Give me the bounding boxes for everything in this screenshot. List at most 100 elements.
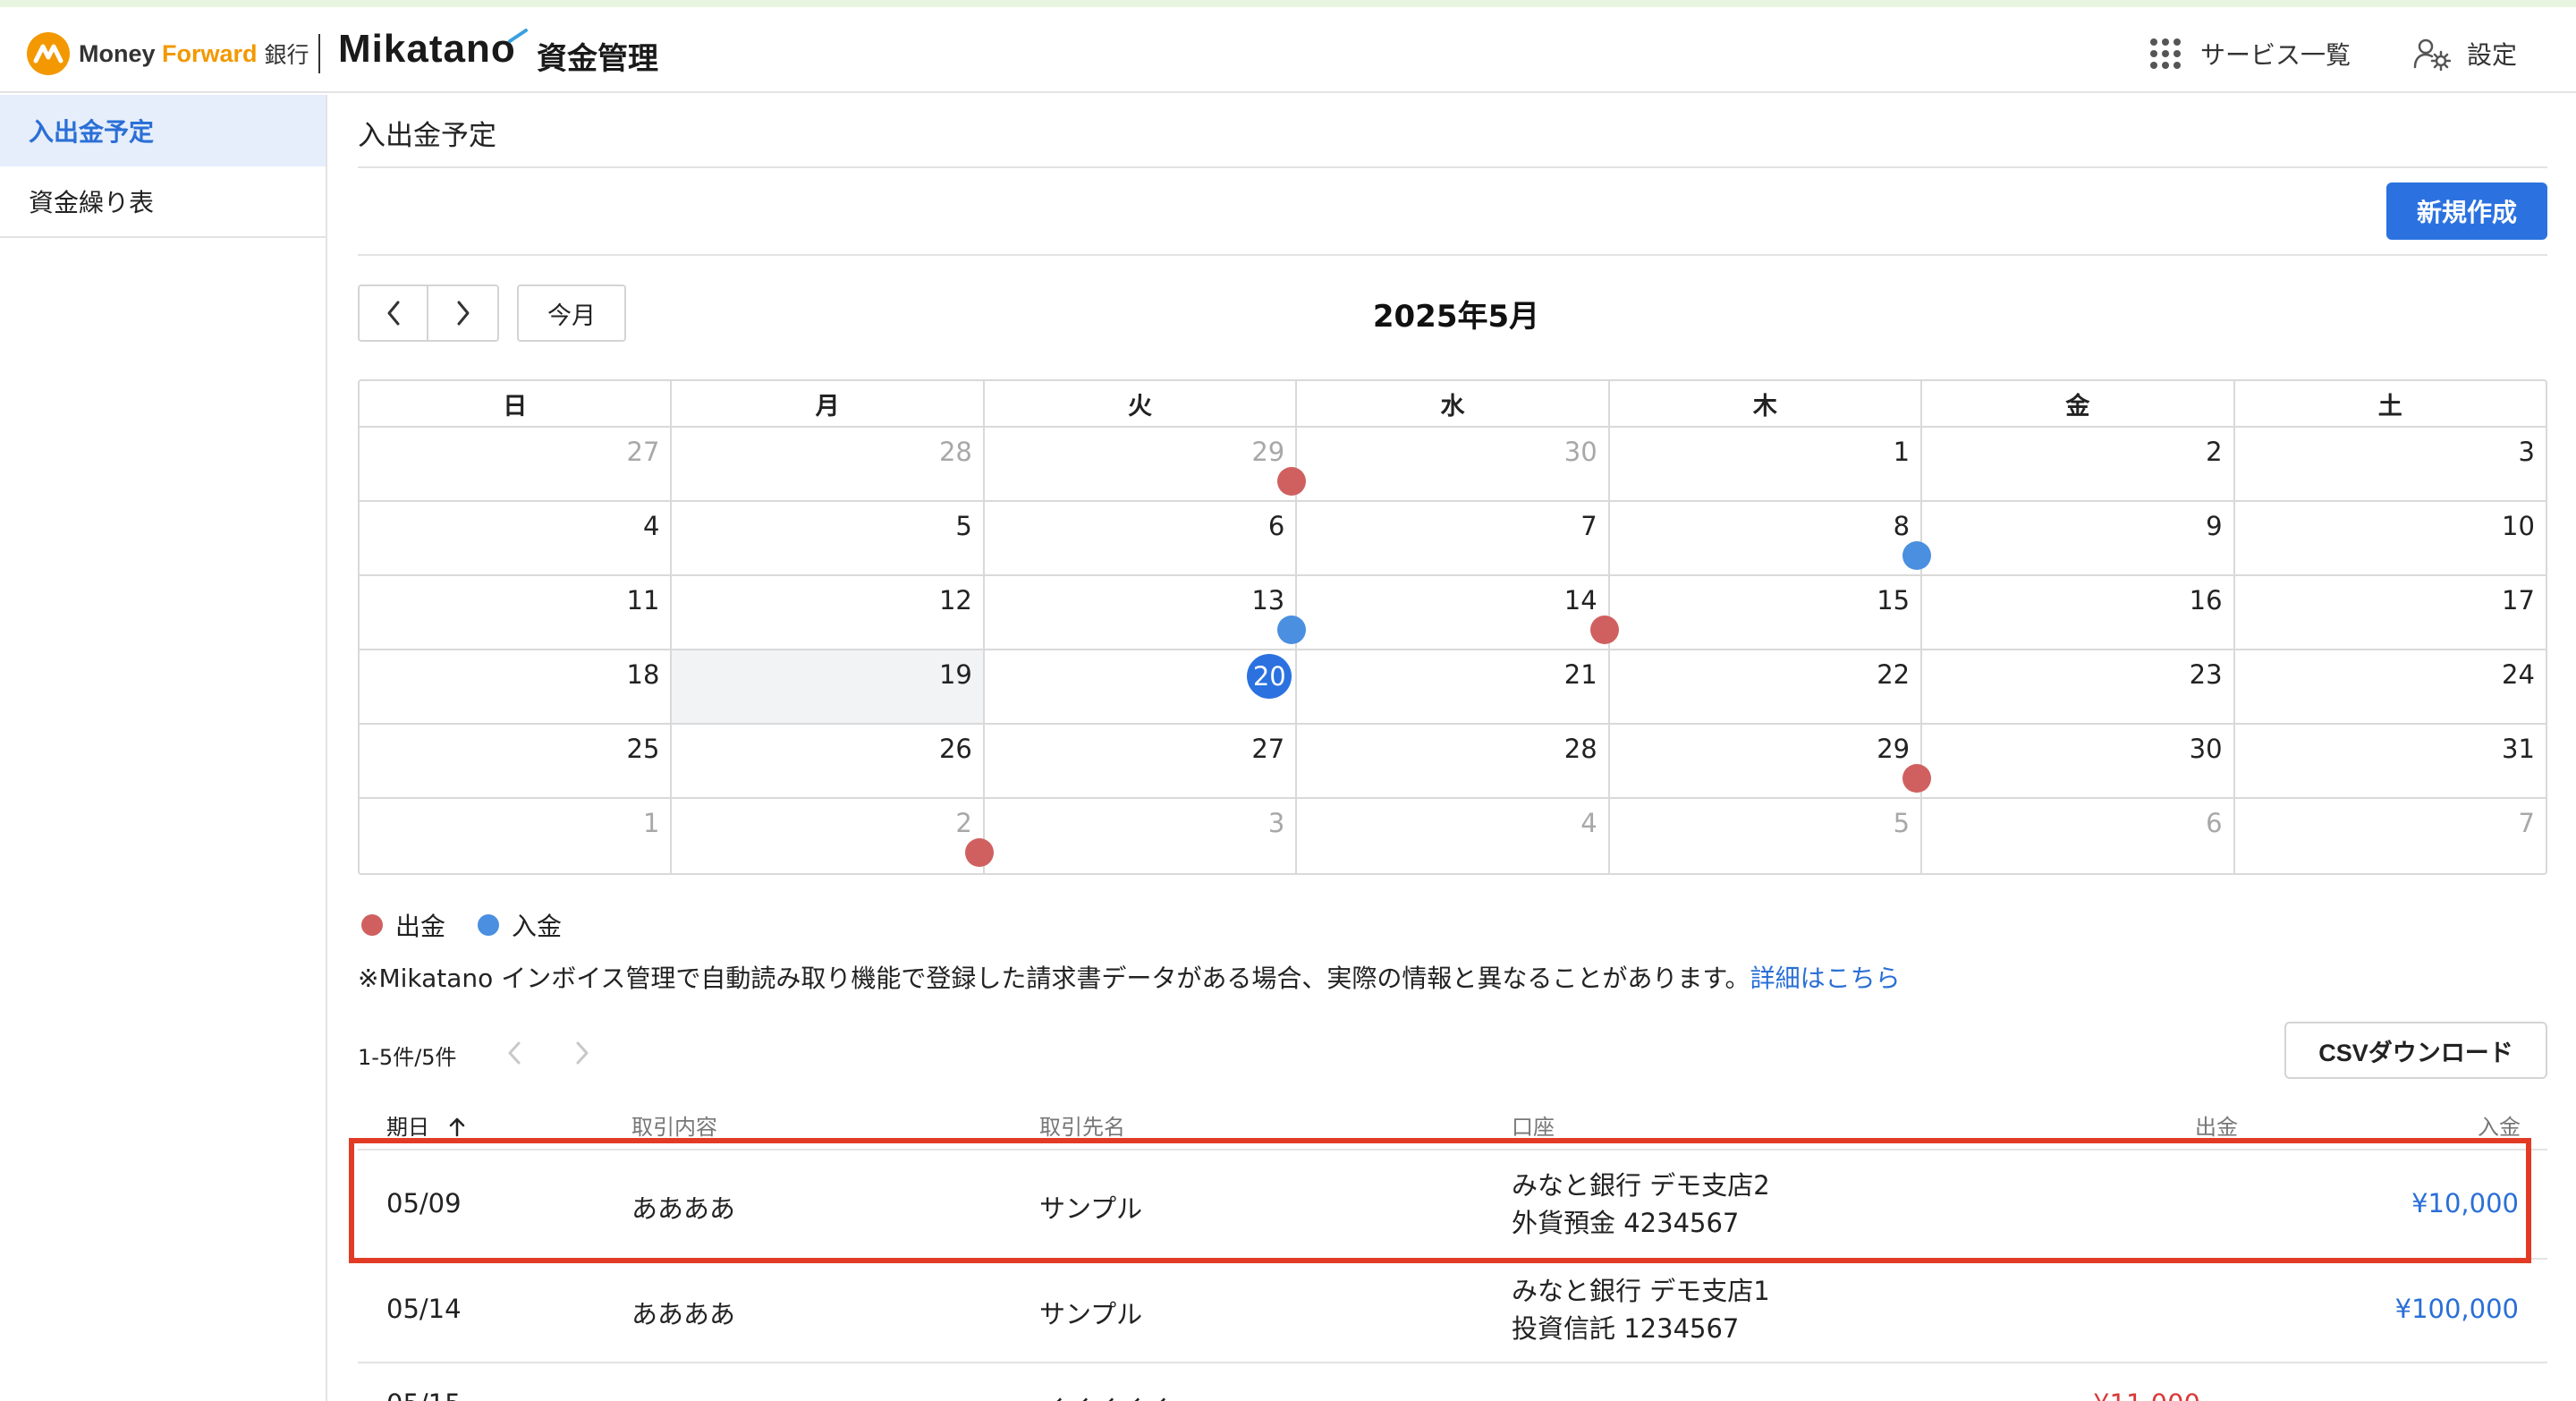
calendar-day-cell[interactable]: 2 bbox=[672, 799, 985, 873]
calendar-day-cell[interactable]: 21 bbox=[1297, 650, 1610, 723]
column-header-date[interactable]: 期日 bbox=[386, 1109, 467, 1141]
sidebar-item-cash-schedule[interactable]: 入出金予定 bbox=[0, 95, 326, 166]
calendar-day-cell[interactable]: 8 bbox=[1610, 502, 1923, 574]
calendar-day-number: 30 bbox=[1563, 437, 1597, 467]
calendar-day-number: 4 bbox=[1580, 808, 1597, 838]
calendar-day-number: 27 bbox=[1251, 734, 1285, 764]
calendar-day-cell[interactable]: 14 bbox=[1277, 576, 1610, 649]
calendar-day-cell[interactable]: 26 bbox=[672, 725, 985, 797]
app-header: Money Forward 銀行 Mikatano 資金管理 サービス一覧 設定 bbox=[0, 7, 2576, 93]
calendar-day-cell[interactable]: 4 bbox=[1297, 799, 1610, 873]
calendar-day-cell[interactable]: 7 bbox=[2235, 799, 2546, 873]
user-settings-icon bbox=[2413, 38, 2451, 71]
calendar-day-number: 7 bbox=[1580, 511, 1597, 541]
sidebar: 入出金予定 資金繰り表 bbox=[0, 95, 327, 1401]
calendar-day-cell[interactable]: 27 bbox=[985, 725, 1298, 797]
calendar-day-number: 19 bbox=[938, 659, 972, 690]
divider bbox=[358, 1362, 2547, 1363]
calendar-day-cell[interactable]: 5 bbox=[1610, 799, 1923, 873]
calendar-day-cell[interactable]: 20 bbox=[985, 650, 1298, 723]
column-header-date-label: 期日 bbox=[386, 1115, 429, 1140]
calendar-day-cell[interactable]: 11 bbox=[360, 576, 673, 649]
deposit-dot-icon[interactable] bbox=[1902, 541, 1932, 570]
calendar-day-cell[interactable]: 19 bbox=[672, 650, 985, 723]
calendar-day-cell[interactable]: 7 bbox=[1297, 502, 1610, 574]
calendar-day-cell[interactable]: 15 bbox=[1589, 576, 1923, 649]
mf-brand-forward: Forward bbox=[162, 39, 258, 67]
calendar-day-number: 21 bbox=[1563, 659, 1597, 690]
calendar-day-cell[interactable]: 4 bbox=[360, 502, 673, 574]
settings-label: 設定 bbox=[2467, 40, 2518, 70]
calendar-day-cell[interactable]: 2 bbox=[1922, 428, 2235, 500]
calendar-day-cell[interactable]: 30 bbox=[1277, 428, 1610, 500]
calendar-day-cell[interactable]: 1 bbox=[360, 799, 673, 873]
this-month-button[interactable]: 今月 bbox=[517, 284, 626, 342]
withdrawal-dot-icon[interactable] bbox=[964, 838, 994, 867]
prev-month-button[interactable] bbox=[360, 286, 429, 340]
withdrawal-dot-icon[interactable] bbox=[1277, 467, 1307, 496]
details-link[interactable]: 詳細はこちら bbox=[1750, 964, 1901, 993]
calendar-day-cell[interactable]: 6 bbox=[985, 502, 1298, 574]
pager-next-icon[interactable] bbox=[569, 1038, 596, 1068]
mikatano-logo[interactable]: Mikatano bbox=[338, 27, 516, 72]
month-nav bbox=[358, 284, 499, 342]
page-title: 入出金予定 bbox=[358, 120, 496, 152]
row-amount-in: ¥100,000 bbox=[2394, 1294, 2519, 1324]
calendar-day-cell[interactable]: 25 bbox=[360, 725, 673, 797]
new-button[interactable]: 新規作成 bbox=[2386, 183, 2547, 240]
calendar-day-number: 23 bbox=[2189, 659, 2223, 690]
calendar-day-cell[interactable]: 29 bbox=[985, 428, 1298, 500]
calendar-week-row: 4 5 6 7 8 9 10 bbox=[360, 502, 2546, 576]
calendar-day-cell[interactable]: 10 bbox=[2235, 502, 2546, 574]
pager-prev-icon[interactable] bbox=[501, 1038, 528, 1068]
withdrawal-dot-icon[interactable] bbox=[1589, 616, 1619, 644]
calendar-day-cell[interactable]: 6 bbox=[1922, 799, 2235, 873]
calendar-day-number: 1 bbox=[642, 808, 660, 838]
calendar-day-cell[interactable]: 5 bbox=[672, 502, 985, 574]
divider bbox=[358, 166, 2547, 168]
calendar-day-cell[interactable]: 22 bbox=[1610, 650, 1923, 723]
calendar-week-row: 25 26 27 28 29 30 31 bbox=[360, 725, 2546, 799]
calendar-day-cell[interactable]: 31 bbox=[2235, 725, 2546, 797]
sort-ascending-icon bbox=[449, 1117, 464, 1137]
calendar-day-cell[interactable]: 13 bbox=[985, 576, 1298, 649]
services-menu-button[interactable]: サービス一覧 bbox=[2150, 36, 2351, 72]
weekday-header: 水 bbox=[1297, 381, 1610, 426]
calendar-day-cell[interactable]: 30 bbox=[1902, 725, 2235, 797]
money-forward-logo[interactable]: Money Forward 銀行 bbox=[27, 32, 309, 75]
calendar-day-cell[interactable]: 29 bbox=[1610, 725, 1923, 797]
calendar-day-number: 28 bbox=[1563, 734, 1597, 764]
calendar-day-cell[interactable]: 3 bbox=[2235, 428, 2546, 500]
calendar-day-cell[interactable]: 23 bbox=[1922, 650, 2235, 723]
calendar-legend: 出金 入金 bbox=[361, 907, 562, 943]
calendar-day-cell[interactable]: 18 bbox=[360, 650, 673, 723]
csv-download-button[interactable]: CSVダウンロード bbox=[2284, 1022, 2547, 1079]
settings-button[interactable]: 設定 bbox=[2413, 36, 2517, 72]
calendar-day-cell[interactable]: 28 bbox=[1297, 725, 1610, 797]
deposit-dot-icon[interactable] bbox=[1277, 616, 1307, 644]
weekday-header: 日 bbox=[360, 381, 673, 426]
column-header-out: 出金 bbox=[2195, 1115, 2238, 1140]
calendar-day-cell[interactable]: 24 bbox=[2235, 650, 2546, 723]
calendar-day-cell[interactable]: 9 bbox=[1902, 502, 2235, 574]
calendar-day-cell[interactable]: 28 bbox=[672, 428, 985, 500]
calendar-day-number: 6 bbox=[2206, 808, 2223, 838]
mf-bank-label: 銀行 bbox=[264, 42, 309, 68]
calendar-day-cell[interactable]: 3 bbox=[964, 799, 1298, 873]
calendar-day-number: 2 bbox=[955, 808, 972, 838]
calendar-day-number: 4 bbox=[642, 511, 660, 541]
calendar-day-cell[interactable]: 17 bbox=[2235, 576, 2546, 649]
row-partner: イイイイイ bbox=[1039, 1388, 1169, 1401]
calendar-day-cell[interactable]: 27 bbox=[360, 428, 673, 500]
calendar-day-cell[interactable]: 12 bbox=[672, 576, 985, 649]
calendar-day-cell[interactable]: 1 bbox=[1610, 428, 1923, 500]
calendar-day-cell[interactable]: 16 bbox=[1922, 576, 2235, 649]
sidebar-item-cashflow-table[interactable]: 資金繰り表 bbox=[0, 166, 326, 238]
calendar-day-number: 9 bbox=[2206, 511, 2223, 541]
mikatano-accent-icon bbox=[508, 29, 528, 43]
next-month-button[interactable] bbox=[428, 286, 497, 340]
product-name: 資金管理 bbox=[537, 41, 658, 77]
withdrawal-dot-icon[interactable] bbox=[1902, 764, 1932, 793]
column-header-account: 口座 bbox=[1512, 1115, 1555, 1140]
row-account-number: 投資信託 1234567 bbox=[1512, 1313, 1740, 1344]
